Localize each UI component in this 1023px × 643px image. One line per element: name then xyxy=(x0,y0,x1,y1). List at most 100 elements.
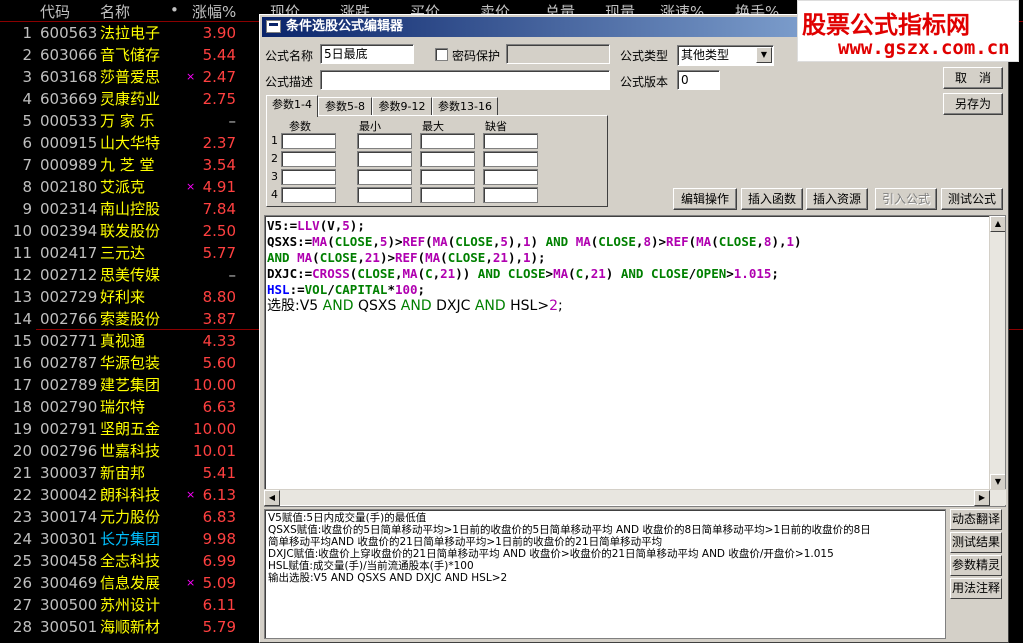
param-col-min: 最小 xyxy=(359,120,381,133)
chevron-down-icon[interactable]: ▼ xyxy=(756,47,772,63)
scroll-right-icon[interactable]: ▶ xyxy=(974,490,990,506)
stock-name: 海顺新材 xyxy=(100,618,161,636)
row-index: 26 xyxy=(12,574,32,592)
editor-horizontal-scrollbar[interactable]: ◀ ▶ xyxy=(264,489,1006,506)
formula-name-label: 公式名称 xyxy=(265,49,314,63)
watermark-line-2: www.gszx.com.cn xyxy=(838,37,1010,59)
stock-code: 300037 xyxy=(40,464,98,482)
tab-params-5-8[interactable]: 参数5-8 xyxy=(318,97,372,116)
formula-code-editor[interactable]: V5:=LLV(V,5); QSXS:=MA(CLOSE,5)>REF(MA(C… xyxy=(264,215,1006,507)
formula-name-input[interactable]: 5日最底 xyxy=(320,44,414,64)
code-line-3: AND MA(CLOSE,21)>REF(MA(CLOSE,21),1); xyxy=(267,250,546,265)
param-row-number: 4 xyxy=(271,188,278,201)
param-default-input[interactable] xyxy=(483,187,538,203)
stock-name: 新宙邦 xyxy=(100,464,146,482)
param-max-input[interactable] xyxy=(420,169,475,185)
param-max-input[interactable] xyxy=(420,187,475,203)
param-min-input[interactable] xyxy=(357,187,412,203)
stock-name: 坚朗五金 xyxy=(100,420,161,438)
param-default-input[interactable] xyxy=(483,133,538,149)
row-index: 10 xyxy=(12,222,32,240)
change-percent: 7.84 xyxy=(202,200,236,218)
stock-code: 002729 xyxy=(40,288,98,306)
password-checkbox[interactable] xyxy=(435,48,448,61)
param-min-input[interactable] xyxy=(357,151,412,167)
explain-line: DXJC赋值:收盘价上穿收盘价的21日简单移动平均 AND 收盘价>收盘价的21… xyxy=(268,548,834,560)
change-percent: 3.87 xyxy=(202,310,236,328)
insert-resource-button[interactable]: 插入资源 xyxy=(806,188,868,210)
row-index: 19 xyxy=(12,420,32,438)
scroll-left-icon[interactable]: ◀ xyxy=(264,490,280,506)
stock-code: 300501 xyxy=(40,618,98,636)
param-name-input[interactable] xyxy=(281,187,336,203)
param-wizard-button[interactable]: 参数精灵 xyxy=(950,555,1002,576)
row-index: 18 xyxy=(12,398,32,416)
stock-name: 朗科科技 xyxy=(100,486,161,504)
stock-name: 法拉电子 xyxy=(100,24,161,42)
row-index: 23 xyxy=(12,508,32,526)
dynamic-translate-button[interactable]: 动态翻译 xyxy=(950,509,1002,530)
tab-params-9-12[interactable]: 参数9-12 xyxy=(372,97,432,116)
change-percent: 10.00 xyxy=(193,376,236,394)
stock-name: 全志科技 xyxy=(100,552,161,570)
change-percent: 2.50 xyxy=(202,222,236,240)
scroll-down-icon[interactable]: ▼ xyxy=(990,474,1005,490)
test-formula-button[interactable]: 测试公式 xyxy=(941,188,1003,210)
row-index: 11 xyxy=(12,244,32,262)
tab-params-1-4[interactable]: 参数1-4 xyxy=(266,95,318,117)
header-name[interactable]: 名称 xyxy=(100,1,130,22)
stock-name: 世嘉科技 xyxy=(100,442,161,460)
change-percent: 4.91 xyxy=(202,178,236,196)
header-change[interactable]: 涨幅% xyxy=(192,1,236,22)
insert-function-button[interactable]: 插入函数 xyxy=(741,188,803,210)
dialog-title: 条件选股公式编辑器 xyxy=(286,19,404,34)
param-name-input[interactable] xyxy=(281,151,336,167)
stock-name: 万 家 乐 xyxy=(100,112,155,130)
tab-params-13-16[interactable]: 参数13-16 xyxy=(432,97,498,116)
stock-name: 三元达 xyxy=(100,244,146,262)
scroll-up-icon[interactable]: ▲ xyxy=(990,216,1005,232)
cancel-button[interactable]: 取 消 xyxy=(943,67,1003,89)
change-percent: 5.79 xyxy=(202,618,236,636)
param-name-input[interactable] xyxy=(281,133,336,149)
explain-line: 输出选股:V5 AND QSXS AND DXJC AND HSL>2 xyxy=(268,572,508,584)
formula-type-select[interactable]: 其他类型 ▼ xyxy=(677,45,774,66)
params-tab-panel: 参数 最小 最大 缺省 1 2 3 4 xyxy=(266,115,608,207)
editor-vertical-scrollbar[interactable]: ▲ ▼ xyxy=(989,216,1005,506)
stock-code: 300042 xyxy=(40,486,98,504)
stock-name: 长方集团 xyxy=(100,530,161,548)
stock-name: 信息发展 xyxy=(100,574,161,592)
test-result-button[interactable]: 测试结果 xyxy=(950,532,1002,553)
param-min-input[interactable] xyxy=(357,169,412,185)
param-default-input[interactable] xyxy=(483,169,538,185)
param-default-input[interactable] xyxy=(483,151,538,167)
explain-line: 简单移动平均AND 收盘价的21日简单移动平均>1日前的收盘价的21日简单移动平… xyxy=(268,536,663,548)
header-code[interactable]: 代码 xyxy=(40,1,70,22)
usage-notes-button[interactable]: 用法注释 xyxy=(950,578,1002,599)
watermark-line-1: 股票公式指标网 xyxy=(802,11,970,39)
stock-code: 603168 xyxy=(40,68,98,86)
stock-name: 莎普爱思 xyxy=(100,68,161,86)
formula-desc-label: 公式描述 xyxy=(265,75,314,89)
stock-code: 000989 xyxy=(40,156,98,174)
param-min-input[interactable] xyxy=(357,133,412,149)
stock-code: 002796 xyxy=(40,442,98,460)
formula-version-input[interactable]: 0 xyxy=(677,70,720,90)
param-name-input[interactable] xyxy=(281,169,336,185)
stock-code: 000915 xyxy=(40,134,98,152)
formula-type-value: 其他类型 xyxy=(681,48,730,62)
formula-desc-input[interactable] xyxy=(320,70,610,90)
stock-code: 300174 xyxy=(40,508,98,526)
row-index: 16 xyxy=(12,354,32,372)
row-index: 13 xyxy=(12,288,32,306)
edit-operation-button[interactable]: 编辑操作 xyxy=(673,188,737,210)
stock-code: 002771 xyxy=(40,332,98,350)
row-index: 6 xyxy=(22,134,32,152)
param-max-input[interactable] xyxy=(420,151,475,167)
import-formula-button[interactable]: 引入公式 xyxy=(875,188,937,210)
password-input[interactable] xyxy=(506,44,610,64)
stock-code: 300469 xyxy=(40,574,98,592)
param-col-name: 参数 xyxy=(289,120,311,133)
save-as-button[interactable]: 另存为 xyxy=(943,93,1003,115)
param-max-input[interactable] xyxy=(420,133,475,149)
